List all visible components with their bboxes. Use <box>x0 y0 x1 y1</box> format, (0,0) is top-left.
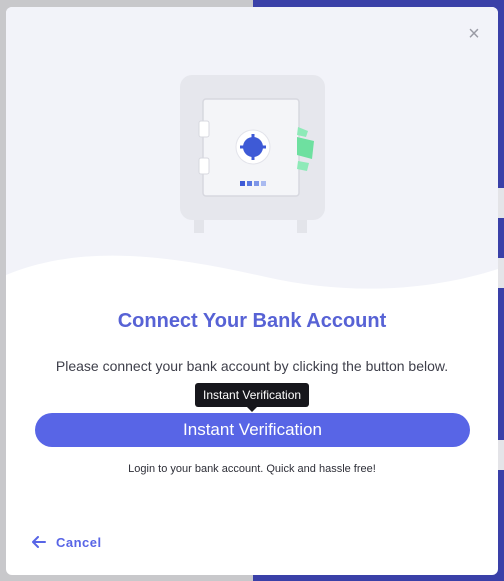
connect-bank-modal: × Connect Your Bank Account Please conne… <box>6 7 498 575</box>
cancel-button[interactable]: Cancel <box>32 533 102 551</box>
verification-tooltip: Instant Verification <box>195 383 310 407</box>
arrow-left-icon <box>32 536 46 548</box>
modal-description: Please connect your bank account by clic… <box>55 358 449 374</box>
modal-title: Connect Your Bank Account <box>117 310 387 332</box>
instant-verification-button[interactable]: Instant Verification <box>35 413 470 447</box>
verification-subtext: Login to your bank account. Quick and ha… <box>128 463 376 475</box>
cancel-label: Cancel <box>56 534 102 550</box>
wave-divider <box>6 255 498 317</box>
close-icon: × <box>468 23 480 45</box>
bank-safe-icon <box>180 75 325 233</box>
tooltip-arrow <box>246 406 258 412</box>
close-button[interactable]: × <box>465 23 483 45</box>
